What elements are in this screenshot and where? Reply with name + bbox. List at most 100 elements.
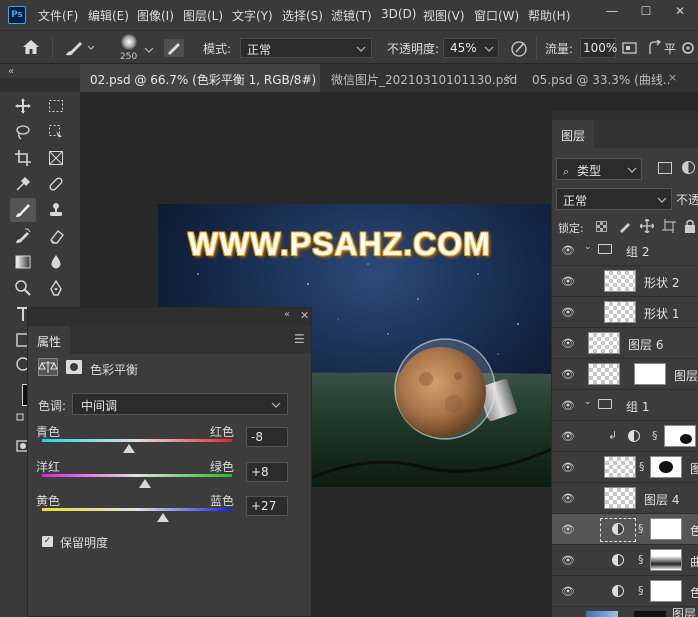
brush-tool-icon[interactable] [10,198,36,222]
visibility-eye-icon[interactable]: 👁 [561,275,575,288]
menu-help[interactable]: 帮助(H) [528,7,570,24]
layer-row-curves[interactable]: 👁 § 曲 [552,545,698,576]
tab-layers[interactable]: 图层 [552,120,594,148]
tab-properties[interactable]: 属性 [28,326,70,354]
yellow-blue-slider-thumb[interactable] [156,513,169,522]
brush-preset-icon[interactable] [64,39,95,57]
tone-select[interactable]: 中间调 [72,393,288,415]
brush-size-preview[interactable] [118,34,140,52]
layer-mask-thumbnail[interactable] [634,363,666,385]
layer-row-group-2[interactable]: 👁 ⌄ 组 2 [552,235,698,266]
close-tab-icon[interactable]: × [504,71,513,84]
tab-05-psd[interactable]: 05.psd @ 33.3% (曲线... [522,64,670,92]
lock-image-icon[interactable] [618,219,632,236]
layer-row-group-1[interactable]: 👁 ⌄ 组 1 [552,390,698,421]
menu-edit[interactable]: 编辑(E) [88,7,129,24]
smoothing-settings-icon[interactable] [681,41,695,58]
lock-artboard-icon[interactable] [662,219,676,236]
lasso-tool-icon[interactable] [13,122,33,142]
airbrush-icon[interactable] [622,40,638,59]
blend-mode-select[interactable]: 正常 [556,188,672,210]
layer-mask-thumbnail[interactable] [664,425,696,447]
link-icon[interactable]: § [638,584,644,597]
filter-adjustment-icon[interactable] [682,161,695,174]
close-button[interactable]: ✕ [662,0,698,22]
minimize-button[interactable]: — [594,0,630,22]
menu-filter[interactable]: 滤镜(T) [331,7,372,24]
move-tool-icon[interactable] [13,96,33,116]
mask-icon[interactable] [66,360,82,374]
pressure-opacity-icon[interactable] [510,39,530,60]
visibility-eye-icon[interactable]: 👁 [561,306,575,319]
brush-settings-icon[interactable] [164,39,184,57]
magenta-green-slider-thumb[interactable] [138,479,151,488]
preserve-luminosity-checkbox[interactable]: ✓ [42,536,53,547]
visibility-eye-icon[interactable]: 👁 [561,399,575,412]
layer-row-color-balance-selected[interactable]: 👁 § 色 [552,514,698,545]
marquee-tool-icon[interactable] [46,96,66,116]
layer-mask-thumbnail[interactable] [634,611,666,617]
eraser-tool-icon[interactable] [46,226,66,246]
crop-tool-icon[interactable] [13,148,33,168]
link-icon[interactable]: § [638,553,644,566]
flow-input[interactable]: 100% [580,38,617,58]
filter-pixel-icon[interactable] [658,162,672,174]
maximize-button[interactable]: ☐ [628,0,664,22]
layer-mask-thumbnail[interactable] [650,549,682,571]
collapse-panel-icon[interactable]: « [284,309,290,320]
layer-row-shape-2[interactable]: 👁 形状 2 [552,266,698,297]
visibility-eye-icon[interactable]: 👁 [561,492,575,505]
panel-menu-icon[interactable]: ☰ [294,332,305,346]
frame-tool-icon[interactable] [46,148,66,168]
smoothing-icon[interactable] [648,39,662,59]
clone-stamp-tool-icon[interactable] [46,200,66,220]
tab-wechat-psd[interactable]: 微信图片_20210310101130.psd [321,64,517,92]
pen-tool-icon[interactable] [46,278,66,298]
layer-row-layer-masked[interactable]: 👁 图层 [552,359,698,390]
visibility-eye-icon[interactable]: 👁 [561,430,575,443]
link-icon[interactable]: § [638,522,644,535]
layer-mask-thumbnail[interactable] [650,580,682,602]
visibility-eye-icon[interactable]: 👁 [561,554,575,567]
visibility-eye-icon[interactable]: 👁 [561,585,575,598]
menu-select[interactable]: 选择(S) [282,7,323,24]
layer-mask-thumbnail[interactable] [650,456,682,478]
yellow-blue-slider-track[interactable] [42,508,232,511]
link-icon[interactable]: § [639,460,645,473]
chevron-down-icon[interactable] [144,43,154,57]
visibility-eye-icon[interactable]: 👁 [561,337,575,350]
close-tab-icon[interactable]: × [668,71,677,84]
object-select-tool-icon[interactable] [46,122,66,142]
home-icon[interactable] [22,39,42,57]
layer-row-layer-4[interactable]: 👁 图层 4 [552,483,698,514]
layer-filter-select[interactable]: ⌕ 类型 [556,158,642,180]
tab-02-psd[interactable]: 02.psd @ 66.7% (色彩平衡 1, RGB/8#) * [80,64,320,92]
mode-select[interactable]: 正常 [240,38,372,58]
menu-type[interactable]: 文字(Y) [232,7,273,24]
history-brush-tool-icon[interactable] [13,226,33,246]
blur-tool-icon[interactable] [46,252,66,272]
link-icon[interactable]: § [652,429,658,442]
eyedropper-tool-icon[interactable] [13,174,33,194]
cyan-red-value-input[interactable]: -8 [246,427,288,447]
menu-image[interactable]: 图像(I) [137,7,174,24]
cyan-red-slider-track[interactable] [42,439,232,442]
layer-mask-thumbnail[interactable] [650,518,682,540]
magenta-green-value-input[interactable]: +8 [246,462,288,482]
gradient-tool-icon[interactable] [13,252,33,272]
lock-position-icon[interactable] [639,218,655,236]
layer-row-adjustment[interactable]: 👁 § 色 [552,576,698,607]
menu-layer[interactable]: 图层(L) [183,7,223,24]
menu-view[interactable]: 视图(V) [423,7,465,24]
opacity-input[interactable]: 45% [443,38,499,58]
lock-transparent-icon[interactable] [596,221,607,232]
menu-window[interactable]: 窗口(W) [474,7,519,24]
magenta-green-slider-track[interactable] [42,474,232,477]
lock-all-icon[interactable] [684,219,696,236]
visibility-eye-icon[interactable]: 👁 [561,368,575,381]
layer-row-layer-6[interactable]: 👁 图层 6 [552,328,698,359]
close-tab-icon[interactable]: × [303,71,312,84]
menu-file[interactable]: 文件(F) [38,7,78,24]
chevron-down-icon[interactable]: ⌄ [584,397,592,407]
layer-row-clipped-adjustment[interactable]: 👁 ↲ § [552,421,698,452]
